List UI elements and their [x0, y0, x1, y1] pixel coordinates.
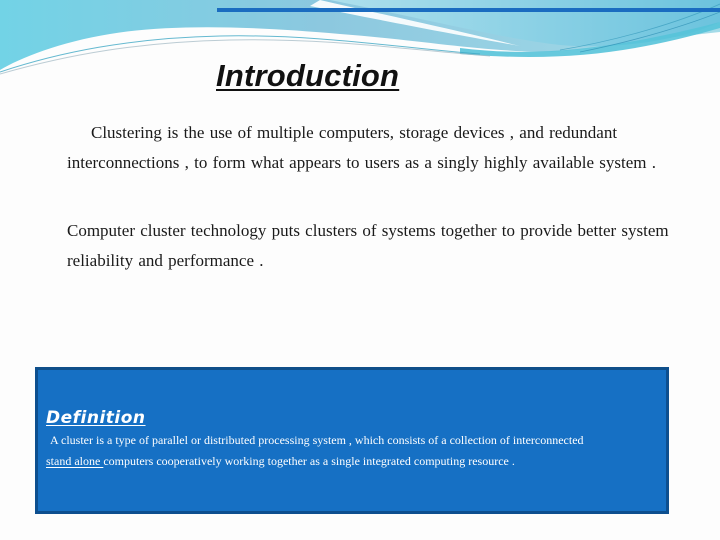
- definition-line-2: computers cooperatively working together…: [103, 454, 515, 468]
- intro-paragraph-cluster-technology: Computer cluster technology puts cluster…: [67, 221, 669, 270]
- definition-text: A cluster is a type of parallel or distr…: [46, 430, 666, 472]
- slide-title: Introduction: [216, 58, 400, 93]
- definition-heading: Definition: [46, 408, 146, 428]
- intro-paragraph-clustering: Clustering is the use of multiple comput…: [67, 123, 657, 172]
- definition-box: Definition A cluster is a type of parall…: [35, 367, 669, 514]
- definition-underlined-phrase: stand alone: [46, 454, 104, 468]
- definition-line-1: A cluster is a type of parallel or distr…: [50, 433, 584, 447]
- header-accent-line: [217, 8, 720, 12]
